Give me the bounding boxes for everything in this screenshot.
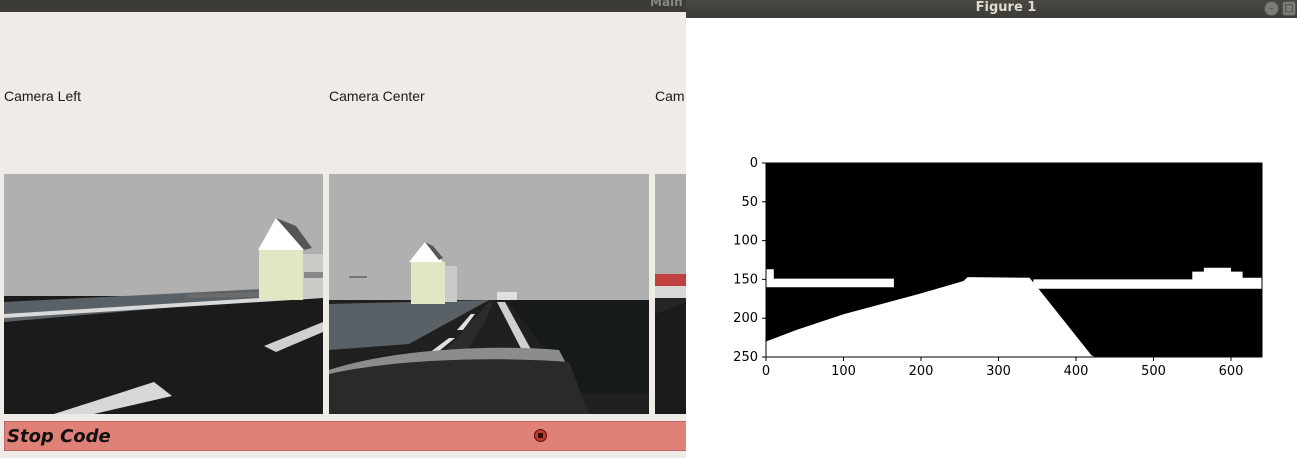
stop-code-label: Stop Code	[7, 426, 111, 447]
camera-center-label: Camera Center	[329, 88, 425, 104]
main-titlebar: Main	[0, 0, 700, 12]
stop-icon	[534, 429, 547, 442]
camera-center-image	[329, 174, 649, 414]
y-tick-label: 200	[733, 311, 758, 326]
mask-plot[interactable]: 0 50 100 150 200 250 0 100 200 300 400 500 600	[686, 18, 1297, 458]
x-tick-label: 0	[762, 364, 770, 379]
figure-title: Figure 1	[975, 0, 1037, 15]
camera-right-image	[655, 174, 686, 414]
stop-code-button[interactable]: Stop Code	[4, 421, 694, 451]
maximize-icon[interactable]: □	[1282, 1, 1296, 16]
x-tick-label: 600	[1219, 364, 1244, 379]
camera-right-label: Cam	[655, 88, 685, 104]
minimize-icon[interactable]: –	[1264, 1, 1279, 16]
main-window: Main Camera Left Camera Center Cam Stop …	[0, 0, 700, 458]
y-tick-label: 50	[741, 195, 758, 210]
figure-titlebar[interactable]: Figure 1 – □	[686, 0, 1297, 18]
camera-left-label: Camera Left	[4, 88, 82, 104]
y-tick-label: 250	[733, 350, 758, 365]
x-tick-label: 400	[1064, 364, 1089, 379]
main-window-title: Main	[650, 0, 683, 9]
figure-window: Figure 1 – □ 0 50 100 150 200 250 0 100 200 300 4…	[686, 0, 1297, 458]
x-tick-label: 300	[986, 364, 1011, 379]
y-tick-label: 0	[750, 156, 758, 171]
x-tick-label: 100	[831, 364, 856, 379]
x-tick-label: 200	[909, 364, 934, 379]
x-tick-label: 500	[1141, 364, 1166, 379]
y-tick-label: 100	[733, 234, 758, 249]
camera-left-image	[4, 174, 323, 414]
y-tick-label: 150	[733, 272, 758, 287]
